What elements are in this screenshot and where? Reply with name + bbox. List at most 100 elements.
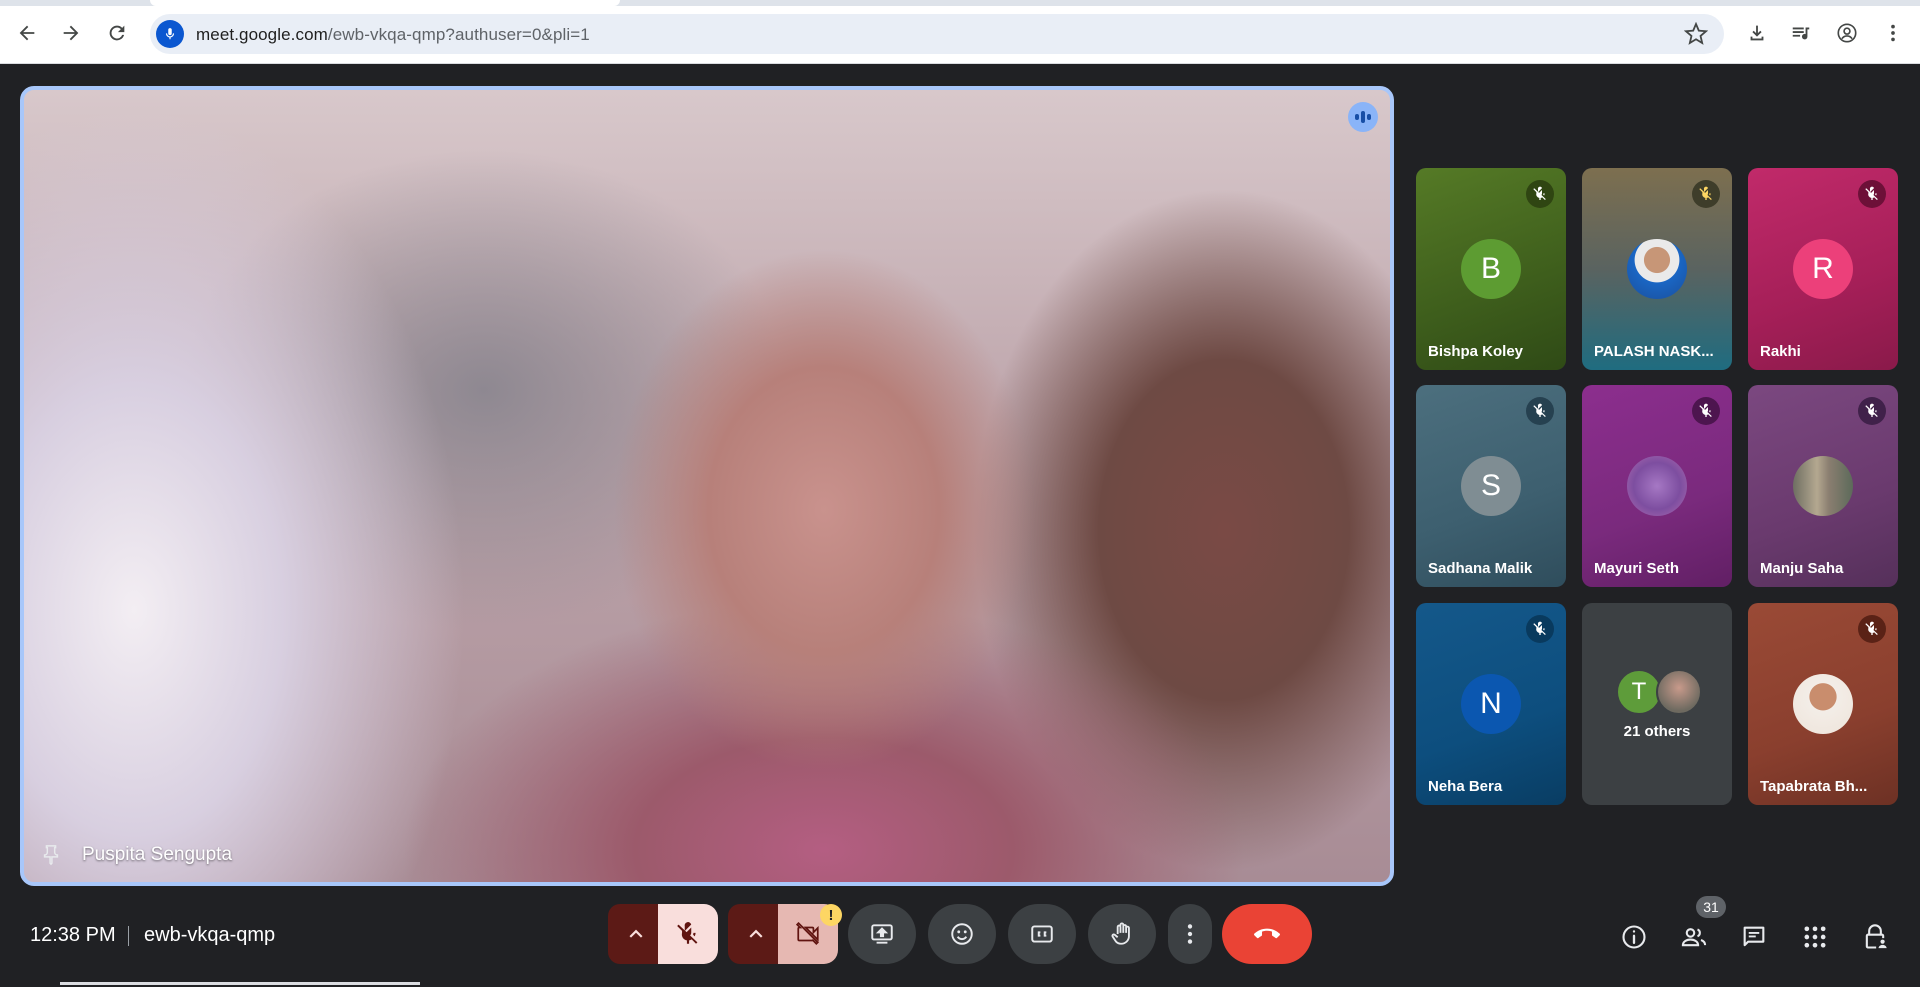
profile-button[interactable] [1834,20,1860,46]
host-controls-button[interactable] [1858,920,1892,954]
reload-icon [109,25,125,41]
participant-name: Bishpa Koley [1428,343,1524,360]
participant-tile[interactable]: S Sadhana Malik [1416,385,1566,587]
closed-caption-icon [1031,925,1053,943]
avatar: B [1461,239,1521,299]
pin-icon[interactable] [40,844,62,866]
tab-strip [0,0,1920,6]
browser-toolbar: meet.google.com/ewb-vkqa-qmp?authuser=0&… [0,0,1920,64]
mic-off-icon [1865,621,1878,635]
avatar: S [1461,456,1521,516]
participant-tile[interactable]: B Bishpa Koley [1416,168,1566,370]
meeting-code: ewb-vkqa-qmp [144,924,276,946]
mic-off-indicator [1858,615,1886,643]
participant-name: Manju Saha [1760,560,1844,577]
mic-icon [165,28,175,40]
chat-icon [1743,926,1765,947]
raise-hand-button[interactable] [1088,904,1156,964]
reactions-button[interactable] [928,904,996,964]
mic-off-indicator [1858,180,1886,208]
apps-grid-icon [1804,926,1826,948]
people-button[interactable] [1677,920,1711,954]
mic-toggle-button[interactable] [658,904,718,964]
present-screen-button[interactable] [848,904,916,964]
people-icon [1681,928,1707,947]
browser-menu-button[interactable] [1880,20,1906,46]
media-controls-button[interactable] [1788,20,1814,46]
participant-name: Tapabrata Bh... [1760,778,1868,795]
participant-tile[interactable]: R Rakhi [1748,168,1898,370]
bookmark-star-icon[interactable] [1684,22,1708,46]
mic-off-indicator [1526,180,1554,208]
meeting-control-bar: 12:38 PM ewb-vkqa-qmp ! 31 [0,872,1920,987]
leave-call-button[interactable] [1222,904,1312,964]
mic-off-icon [1533,621,1546,635]
lock-person-icon [1865,924,1887,949]
videocam-off-icon [795,921,819,945]
mic-off-icon [1533,403,1546,417]
avatar: N [1461,674,1521,734]
main-participant-name: Puspita Sengupta [82,844,233,865]
mic-off-indicator [1526,397,1554,425]
participant-name: Rakhi [1760,343,1801,360]
mic-off-indicator [1858,397,1886,425]
url-text[interactable]: meet.google.com/ewb-vkqa-qmp?authuser=0&… [196,25,590,45]
avatar-photo [1627,239,1687,299]
mic-off-icon [677,922,698,944]
forward-arrow-icon [63,25,79,41]
avatar: R [1793,239,1853,299]
back-arrow-icon [19,25,35,41]
downloads-button[interactable] [1744,20,1770,46]
more-vert-icon [1891,24,1895,42]
emoji-icon [951,923,973,945]
mic-in-use-indicator[interactable] [156,20,184,48]
reload-button[interactable] [102,18,132,48]
media-queue-icon [1792,27,1810,40]
participant-tile[interactable]: N Neha Bera [1416,603,1566,805]
chevron-up-icon [629,929,643,938]
info-icon [1622,925,1646,949]
forward-button[interactable] [56,18,86,48]
divider [128,926,129,946]
video-options-button[interactable] [728,904,784,964]
camera-alert-badge[interactable]: ! [820,904,842,926]
meet-stage: Puspita Sengupta B Bishpa Koley PALASH N… [0,64,1920,987]
avatar-photo [1793,456,1853,516]
participant-name: Sadhana Malik [1428,560,1533,577]
main-video-tile[interactable]: Puspita Sengupta [20,86,1394,886]
participant-tile[interactable]: Mayuri Seth [1582,385,1732,587]
participant-tile[interactable]: Tapabrata Bh... [1748,603,1898,805]
progress-hint [60,982,420,985]
participant-tile[interactable]: PALASH NASK... [1582,168,1732,370]
address-bar[interactable]: meet.google.com/ewb-vkqa-qmp?authuser=0&… [150,14,1724,54]
active-tab-edge[interactable] [150,0,620,6]
participant-count-badge: 31 [1696,896,1726,918]
participant-name: PALASH NASK... [1594,343,1714,360]
back-button[interactable] [12,18,42,48]
participant-tile[interactable]: Manju Saha [1748,385,1898,587]
avatar-photo [1793,674,1853,734]
audio-options-button[interactable] [608,904,664,964]
present-to-all-icon [871,924,893,944]
more-options-button[interactable] [1168,904,1212,964]
chat-button[interactable] [1737,920,1771,954]
chevron-up-icon [749,929,763,938]
url-path: /ewb-vkqa-qmp?authuser=0&pli=1 [327,25,590,44]
captions-button[interactable] [1008,904,1076,964]
meeting-details-button[interactable] [1617,920,1651,954]
url-host: meet.google.com [196,25,328,44]
download-icon [1750,25,1764,41]
activities-button[interactable] [1798,920,1832,954]
avatar-photo [1656,669,1702,715]
mic-off-icon [1699,403,1712,417]
participant-name: Neha Bera [1428,778,1503,795]
speaking-indicator [1348,102,1378,132]
mic-off-icon [1699,186,1712,200]
others-count-label: 21 others [1623,723,1691,740]
mic-off-indicator [1692,397,1720,425]
mic-off-icon [1533,186,1546,200]
mic-off-indicator [1692,180,1720,208]
others-tile[interactable]: T 21 others [1582,603,1732,805]
participant-name: Mayuri Seth [1594,560,1680,577]
avatar-photo [1627,456,1687,516]
